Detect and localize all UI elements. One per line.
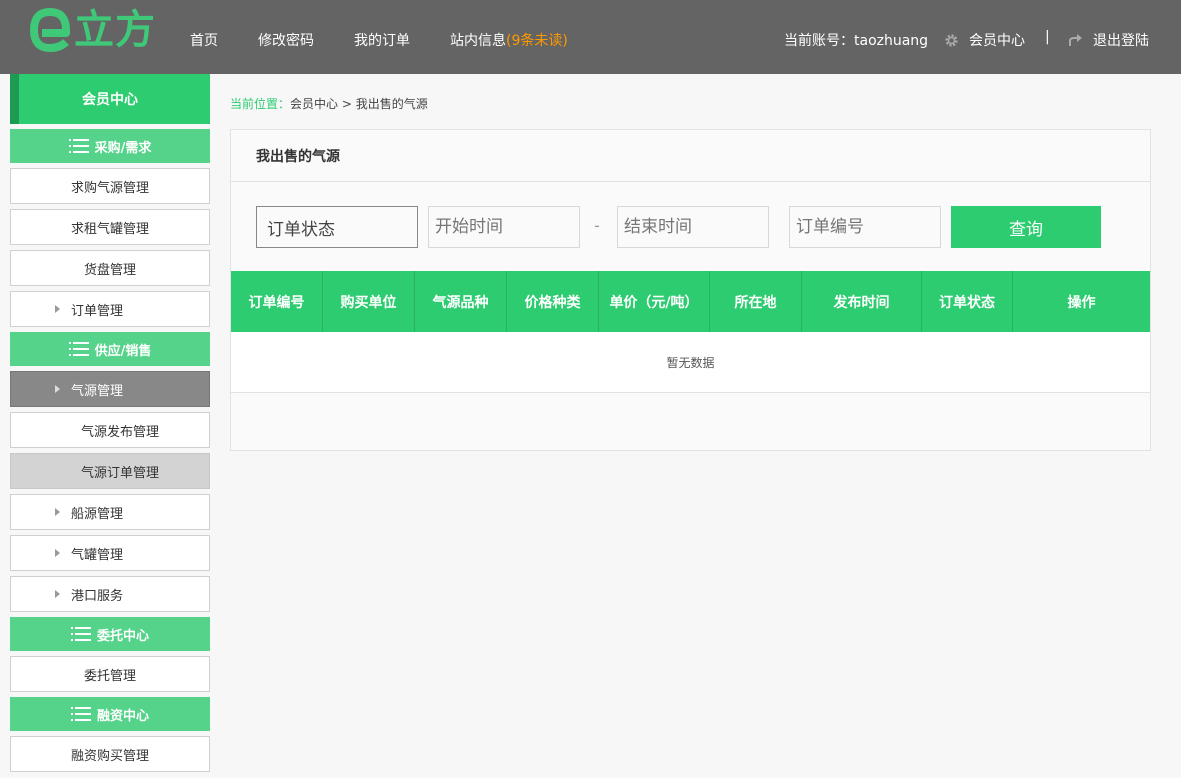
main-nav: 首页 修改密码 我的订单 站内信息(9条未读) <box>190 30 608 50</box>
column-header: 发布时间 <box>802 271 922 332</box>
caret-right-icon <box>55 385 60 393</box>
caret-right-icon <box>55 549 60 557</box>
query-button[interactable]: 查询 <box>951 206 1101 248</box>
column-header: 订单状态 <box>922 271 1013 332</box>
empty-state: 暂无数据 <box>231 332 1150 393</box>
sidebar-item-tank[interactable]: 气罐管理 <box>10 535 210 571</box>
menu-lines-icon <box>70 627 91 641</box>
nav-home[interactable]: 首页 <box>190 30 218 50</box>
start-time-input[interactable] <box>428 206 580 248</box>
logo[interactable]: 立方 <box>30 6 156 54</box>
breadcrumb-path[interactable]: 会员中心 > 我出售的气源 <box>290 97 428 111</box>
sidebar-item-cargo[interactable]: 货盘管理 <box>10 250 210 286</box>
section-supply[interactable]: 供应/销售 <box>10 332 210 366</box>
nav-my-orders[interactable]: 我的订单 <box>354 30 410 50</box>
caret-right-icon <box>55 305 60 313</box>
section-label: 采购/需求 <box>94 140 152 156</box>
logo-e-icon <box>30 8 70 52</box>
sidebar-item-finance-purchase[interactable]: 融资购买管理 <box>10 736 210 772</box>
logout-arrow-icon <box>1069 34 1082 46</box>
column-header: 购买单位 <box>323 271 415 332</box>
column-header: 气源品种 <box>415 271 507 332</box>
unread-badge: (9条未读) <box>506 33 568 49</box>
date-range-dash: - <box>594 216 600 235</box>
nav-site-messages-label: 站内信息 <box>450 33 506 49</box>
logo-text: 立方 <box>74 7 156 53</box>
current-account: 当前账号：taozhuang <box>784 33 929 49</box>
member-center-label: 会员中心 <box>969 33 1025 49</box>
sidebar-item-ship[interactable]: 船源管理 <box>10 494 210 530</box>
breadcrumb-lead: 当前位置： <box>230 97 291 111</box>
sidebar-item-rent-tank[interactable]: 求租气罐管理 <box>10 209 210 245</box>
sidebar-item-port[interactable]: 港口服务 <box>10 576 210 612</box>
section-finance[interactable]: 融资中心 <box>10 697 210 731</box>
column-header: 价格种类 <box>507 271 599 332</box>
top-header: 立方 首页 修改密码 我的订单 站内信息(9条未读) 当前账号：taozhuan… <box>0 0 1181 74</box>
end-time-input[interactable] <box>617 206 769 248</box>
order-number-input[interactable] <box>789 206 941 248</box>
sidebar-item-label: 港口服务 <box>71 588 124 604</box>
column-header: 订单编号 <box>231 271 323 332</box>
page-title: 我出售的气源 <box>231 130 1150 182</box>
nav-change-password[interactable]: 修改密码 <box>258 30 314 50</box>
caret-right-icon <box>55 508 60 516</box>
menu-lines-icon <box>70 707 91 721</box>
sidebar-item-label: 船源管理 <box>71 506 124 522</box>
sidebar-item-gas-orders[interactable]: 气源订单管理 <box>10 453 210 489</box>
column-header: 操作 <box>1067 294 1096 311</box>
section-label: 委托中心 <box>96 628 149 644</box>
section-label: 融资中心 <box>96 708 149 724</box>
menu-lines-icon <box>68 342 89 356</box>
nav-site-messages[interactable]: 站内信息(9条未读) <box>450 30 568 50</box>
menu-lines-icon <box>68 139 89 153</box>
section-purchase[interactable]: 采购/需求 <box>10 129 210 163</box>
sidebar-item-label: 订单管理 <box>71 303 124 319</box>
member-center-link[interactable]: 会员中心 <box>944 30 1025 50</box>
section-label: 供应/销售 <box>94 343 152 359</box>
sidebar-item-gas-source[interactable]: 气源管理 <box>10 371 210 407</box>
logout-link[interactable]: 退出登陆 <box>1068 30 1149 50</box>
sidebar-item-label: 气罐管理 <box>71 547 124 563</box>
breadcrumb: 当前位置：会员中心 > 我出售的气源 <box>230 95 428 112</box>
order-status-select[interactable]: 订单状态 <box>256 206 418 248</box>
section-entrust[interactable]: 委托中心 <box>10 617 210 651</box>
column-header: 所在地 <box>710 271 802 332</box>
logout-label: 退出登陆 <box>1093 33 1149 49</box>
column-header: 单价（元/吨） <box>599 271 710 332</box>
sidebar-item-entrust[interactable]: 委托管理 <box>10 656 210 692</box>
sidebar: 会员中心 采购/需求 求购气源管理 求租气罐管理 货盘管理 订单管理 供应/销售… <box>10 74 210 772</box>
header-separator: | <box>1045 29 1050 45</box>
gear-icon <box>945 33 958 47</box>
content-panel: 我出售的气源 订单状态 - 查询 订单编号 购买单位 气源品种 价格种类 单价（… <box>230 129 1151 451</box>
orders-table: 订单编号 购买单位 气源品种 价格种类 单价（元/吨） 所在地 发布时间 订单状… <box>231 271 1150 393</box>
sidebar-item-buy-gas[interactable]: 求购气源管理 <box>10 168 210 204</box>
table-header: 订单编号 购买单位 气源品种 价格种类 单价（元/吨） 所在地 发布时间 订单状… <box>231 271 1150 332</box>
sidebar-item-gas-publish[interactable]: 气源发布管理 <box>10 412 210 448</box>
sidebar-title: 会员中心 <box>10 74 210 124</box>
caret-right-icon <box>55 590 60 598</box>
sidebar-item-orders[interactable]: 订单管理 <box>10 291 210 327</box>
sidebar-item-label: 气源管理 <box>71 383 124 399</box>
filter-bar: 订单状态 - 查询 <box>256 206 1106 248</box>
